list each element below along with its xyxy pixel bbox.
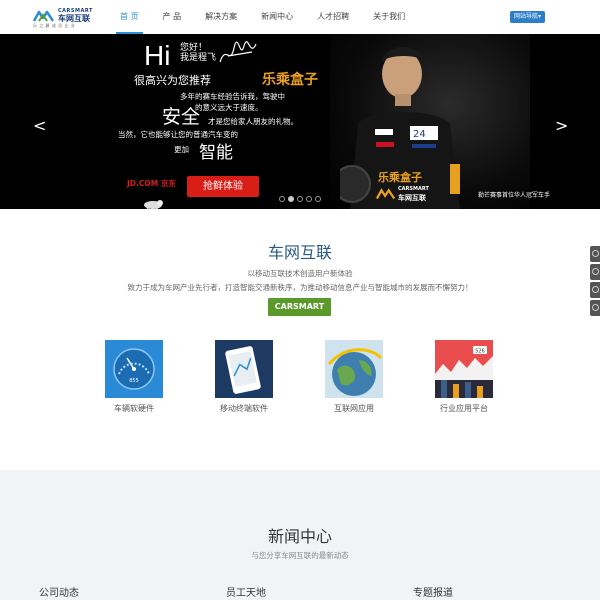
banner-greeting: 您好！ 我是程飞 — [180, 43, 216, 63]
banner-product-name-2: 乐乘盒子 — [378, 171, 422, 184]
news-tab-company[interactable]: 公司动态 — [39, 584, 79, 599]
banner-recommend: 很高兴为您推荐 — [134, 74, 211, 87]
nav-products[interactable]: 产 品 — [151, 0, 194, 34]
slide-dot[interactable] — [315, 196, 321, 202]
jd-logo: JD.COM 京东 — [127, 179, 176, 188]
banner-line-3: 的意义远大于速度。 — [195, 103, 263, 112]
driver-caption: 勒芒赛事首位华人冠军车手 — [478, 192, 551, 199]
banner-line-2: 多年的赛车经验告诉我，驾驶中 — [180, 92, 285, 101]
banner-product-name: 乐乘盒子 — [262, 72, 318, 88]
nav-solutions[interactable]: 解决方案 — [193, 0, 249, 34]
news-tab-features[interactable]: 专题报道 — [413, 584, 453, 599]
gauge-readout: 855 — [129, 378, 139, 384]
feature-industry[interactable]: 526 行业应用平台 — [424, 340, 504, 414]
back-to-top-icon[interactable] — [590, 300, 600, 316]
phone-map-icon — [215, 340, 273, 398]
news-subtitle: 与您分享车网互联的最新动态 — [251, 551, 349, 560]
nav-home[interactable]: 首 页 — [108, 0, 151, 34]
banner-next-arrow[interactable]: > — [555, 116, 568, 135]
carsmart-button[interactable]: CARSMART — [268, 298, 331, 316]
news-section: 新闻中心 与您分享车网互联的最新动态 公司动态 员工天地 专题报道 — [0, 470, 600, 600]
slide-dot[interactable] — [279, 196, 285, 202]
site-nav-button[interactable]: 网站导航▾ — [510, 11, 546, 23]
banner-logo-english: CARSMART — [398, 186, 429, 192]
city-badge-value: 526 — [475, 349, 485, 355]
banner-hi: Hi — [144, 40, 171, 71]
globe-icon — [325, 340, 383, 398]
slide-indicators — [279, 196, 321, 202]
main-nav: 首 页 产 品 解决方案 新闻中心 人才招聘 关于我们 — [108, 0, 417, 34]
greeting-line-2: 我是程飞 — [180, 53, 217, 63]
feature-list: 855 车辆软硬件 移动终端软件 互联网应用 526 行业应用平台 — [0, 340, 600, 420]
about-title: 车网互联 — [267, 243, 332, 262]
logo-mark-icon — [376, 188, 396, 200]
svg-text:24: 24 — [413, 129, 426, 140]
try-now-button[interactable]: 抢鲜体验 — [187, 176, 259, 197]
banner-safety: 安全 — [162, 106, 201, 128]
feature-industry-label: 行业应用平台 — [440, 404, 488, 413]
feature-vehicle[interactable]: 855 车辆软硬件 — [94, 340, 174, 414]
floating-toolbar — [590, 246, 600, 318]
logo-tagline: 乐 之 爵 成 员 企 业 — [33, 23, 76, 28]
banner-smart: 智能 — [199, 143, 233, 163]
signature-icon — [219, 41, 257, 63]
gauge-icon: 855 — [105, 340, 163, 398]
news-tab-staff[interactable]: 员工天地 — [226, 584, 266, 599]
slide-dot[interactable] — [306, 196, 312, 202]
site-header: CARSMART 车网互联 乐 之 爵 成 员 企 业 首 页 产 品 解决方案… — [0, 0, 600, 34]
hero-banner: Hi 您好！ 我是程飞 很高兴为您推荐 乐乘盒子 多年的赛车经验告诉我，驾驶中 … — [0, 34, 600, 209]
feature-internet[interactable]: 互联网应用 — [314, 340, 394, 414]
banner-more: 更加 — [174, 145, 189, 154]
nav-about[interactable]: 关于我们 — [361, 0, 417, 34]
banner-line-4: 才是您给家人朋友的礼物。 — [208, 117, 298, 126]
slide-dot[interactable] — [288, 196, 294, 202]
about-mission: 致力于成为车网产业先行者，打造智能交通新秩序，为推动移动信息产业与智能城市的发展… — [127, 283, 473, 292]
qq-icon[interactable] — [590, 246, 600, 262]
city-chart-icon: 526 — [435, 340, 493, 398]
nav-careers[interactable]: 人才招聘 — [305, 0, 361, 34]
banner-prev-arrow[interactable]: < — [33, 116, 46, 135]
banner-carsmart-logo: CARSMART 车网互联 — [376, 186, 436, 204]
about-subtitle: 以移动互联技术创造用户新体验 — [247, 269, 353, 278]
greeting-line-1: 您好！ — [180, 43, 208, 53]
jd-dog-icon — [144, 200, 163, 209]
carsmart-logo[interactable]: CARSMART 车网互联 乐 之 爵 成 员 企 业 — [33, 8, 95, 30]
feature-vehicle-label: 车辆软硬件 — [114, 404, 154, 413]
banner-logo-chinese: 车网互联 — [398, 194, 426, 202]
wechat-icon[interactable] — [590, 282, 600, 298]
weibo-icon[interactable] — [590, 264, 600, 280]
news-title: 新闻中心 — [267, 527, 332, 546]
feature-internet-label: 互联网应用 — [334, 404, 374, 413]
feature-mobile[interactable]: 移动终端软件 — [204, 340, 284, 414]
feature-mobile-label: 移动终端软件 — [220, 404, 268, 413]
nav-news[interactable]: 新闻中心 — [249, 0, 305, 34]
logo-mark-icon — [33, 10, 55, 22]
slide-dot[interactable] — [297, 196, 303, 202]
